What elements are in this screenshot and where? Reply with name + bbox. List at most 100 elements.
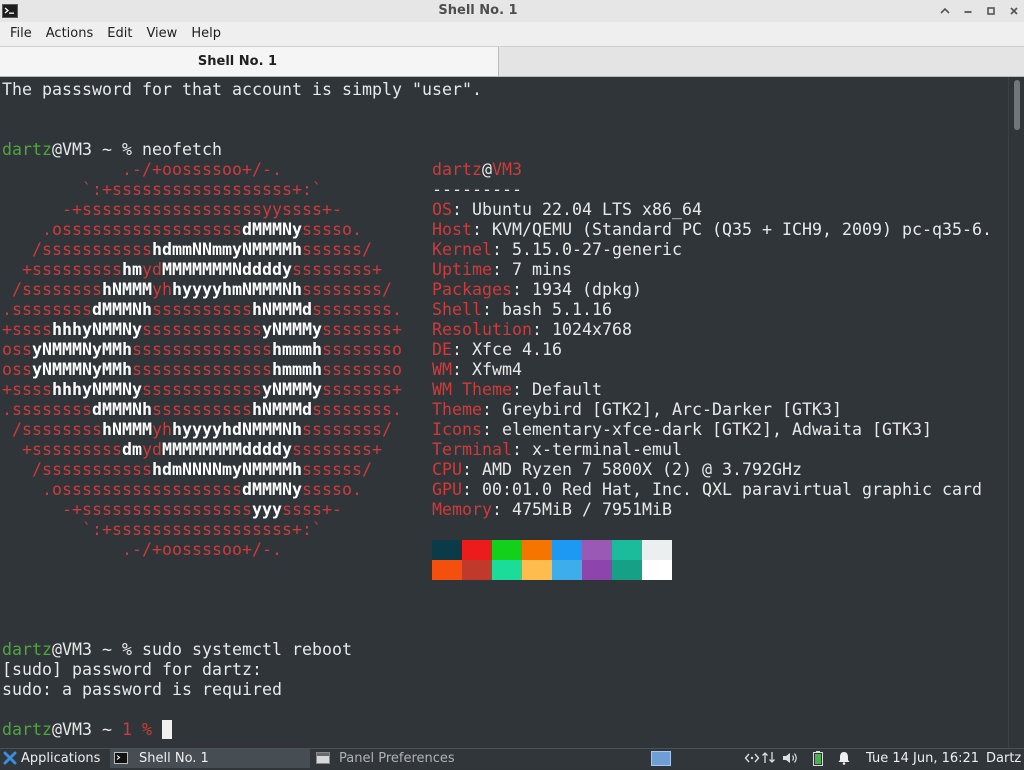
terminal-text: dMMMNh (92, 400, 152, 419)
maximize-button[interactable] (979, 0, 1002, 22)
terminal-text: /sssssssssss (2, 460, 152, 479)
menu-file[interactable]: File (3, 22, 39, 46)
notification-bell-icon[interactable] (837, 751, 851, 769)
battery-icon[interactable] (813, 751, 823, 770)
close-button[interactable] (1002, 0, 1024, 22)
info-line: Uptime: 7 mins (432, 260, 992, 280)
color-swatch (642, 560, 672, 580)
shade-button[interactable] (933, 0, 956, 22)
terminal-text: ssssssssss (152, 300, 252, 319)
terminal-text: ssssssss+ (292, 440, 382, 459)
info-line: CPU: AMD Ryzen 7 5800X (2) @ 3.792GHz (432, 460, 992, 480)
network-icon[interactable] (744, 751, 760, 769)
terminal-text: OS (432, 200, 452, 219)
info-line: Icons: elementary-xfce-dark [GTK2], Adwa… (432, 420, 992, 440)
terminal-text: yNMMMNyMMh (32, 360, 132, 379)
terminal-text: Theme (432, 400, 482, 419)
menu-help[interactable]: Help (184, 22, 228, 46)
terminal-text: -+ssssssssssssssssssyyssss+- (2, 200, 342, 219)
panel-clock[interactable]: Tue 14 Jun, 16:21 (866, 749, 979, 768)
logo-line: /sssssssshNMMMyhhyyyyhmNMMMNhssssssss/ (2, 280, 402, 300)
logo-line: ossyNMMMNyMMhsssssssssssssshmmmhssssssso (2, 340, 402, 360)
terminal-text: .-/+oossssoo+/-. (2, 160, 282, 179)
info-line: GPU: 00:01.0 Red Hat, Inc. QXL paravirtu… (432, 480, 992, 500)
color-palette-row (432, 560, 992, 580)
terminal-text: Shell (432, 300, 482, 319)
terminal-text: ssssssss/ (302, 420, 392, 439)
terminal-scrollbar[interactable] (1008, 77, 1024, 748)
terminal-text: Terminal (432, 440, 512, 459)
terminal-text: /ssssssss (2, 280, 102, 299)
terminal-text: hNMMMd (252, 300, 312, 319)
terminal-text: hm (122, 260, 142, 279)
terminal-text: Resolution (432, 320, 532, 339)
info-line: WM Theme: Default (432, 380, 992, 400)
logo-line: /sssssssshNMMMyhhyyyyhdNMMMNhssssssss/ (2, 420, 402, 440)
terminal-output[interactable]: The passsword for that account is simply… (0, 77, 1008, 748)
terminal-text: : 7 mins (492, 260, 572, 279)
neofetch-output: .-/+oossssoo+/-. `:+ssssssssssssssssss+:… (2, 160, 1008, 580)
terminal-text: : 5.15.0-27-generic (492, 240, 682, 259)
minimize-button[interactable] (956, 0, 979, 22)
terminal-text: ssssssss/ (302, 280, 392, 299)
terminal-text: hNMMMd (252, 400, 312, 419)
workspace-switcher[interactable] (651, 751, 671, 766)
terminal-text: dartz (2, 720, 52, 739)
terminal-text: ssssssssssss (142, 320, 262, 339)
menu-actions[interactable]: Actions (39, 22, 101, 46)
menu-view[interactable]: View (139, 22, 184, 46)
menu-edit[interactable]: Edit (100, 22, 139, 46)
logo-line: +sssshhhyNMMNyssssssssssssyNMMMysssssss+ (2, 380, 402, 400)
terminal-text: ssssssss+ (292, 260, 382, 279)
terminal-text: dartz (2, 140, 52, 159)
task-button-shell[interactable]: Shell No. 1 (110, 749, 310, 768)
tab-shell-1[interactable]: Shell No. 1 (0, 47, 499, 76)
terminal-text: VM3 (492, 160, 522, 179)
terminal-icon (114, 751, 128, 769)
terminal-text: @ (482, 160, 492, 179)
terminal-lines-before: The passsword for that account is simply… (2, 80, 1008, 160)
terminal-text: `:+ssssssssssssssssss+:` (2, 180, 322, 199)
volume-icon[interactable] (782, 751, 800, 769)
terminal-text: --------- (432, 180, 522, 199)
terminal-text: : Ubuntu 22.04 LTS x86_64 (452, 200, 702, 219)
window-title: Shell No. 1 (438, 3, 518, 18)
terminal-text: hhhyNMMNy (52, 320, 142, 339)
terminal-text: [sudo] password for dartz: (2, 660, 262, 679)
terminal-text: sssssss+ (322, 320, 402, 339)
terminal-lines-after: dartz@VM3 ~ % sudo systemctl reboot [sudo… (2, 580, 1008, 740)
color-swatch (432, 560, 462, 580)
terminal-text: ssssssssssssss (132, 360, 272, 379)
terminal-line: dartz@VM3 ~ 1 % (2, 720, 1008, 740)
terminal-text: : Default (512, 380, 602, 399)
info-line: OS: Ubuntu 22.04 LTS x86_64 (432, 200, 992, 220)
terminal-text: : 1024x768 (532, 320, 632, 339)
terminal-text: ssssssssssssss (132, 340, 272, 359)
terminal-text: dMMMNy (242, 220, 302, 239)
terminal-text: ssssssso (322, 340, 402, 359)
terminal-text: hmmmh (272, 340, 322, 359)
terminal-text: sssssss+ (322, 380, 402, 399)
applications-menu-button[interactable]: Applications (0, 749, 104, 768)
user-menu[interactable]: Dartz (986, 749, 1021, 768)
info-line: Theme: Greybird [GTK2], Arc-Darker [GTK3… (432, 400, 992, 420)
terminal-text: yh (152, 280, 172, 299)
terminal-text: -+sssssssssssssssss (2, 500, 252, 519)
terminal-cursor (162, 720, 172, 739)
color-swatch (462, 540, 492, 560)
terminal-text: : Xfce 4.16 (452, 340, 562, 359)
logo-line: -+ssssssssssssssssssyyssss+- (2, 200, 402, 220)
window-titlebar[interactable]: Shell No. 1 (0, 0, 1024, 22)
terminal-text: /ssssssss (2, 420, 102, 439)
ubuntu-ascii-logo: .-/+oossssoo+/-. `:+ssssssssssssssssss+:… (2, 160, 402, 560)
terminal-text: Packages (432, 280, 512, 299)
task-button-panel-preferences[interactable]: Panel Preferences (312, 749, 512, 768)
close-icon (1009, 7, 1018, 15)
terminal-text: : 00:01.0 Red Hat, Inc. QXL paravirtual … (462, 480, 982, 499)
tab-label: Shell No. 1 (197, 54, 278, 69)
scrollbar-thumb[interactable] (1014, 80, 1020, 130)
transfer-arrows-icon[interactable] (761, 751, 777, 769)
